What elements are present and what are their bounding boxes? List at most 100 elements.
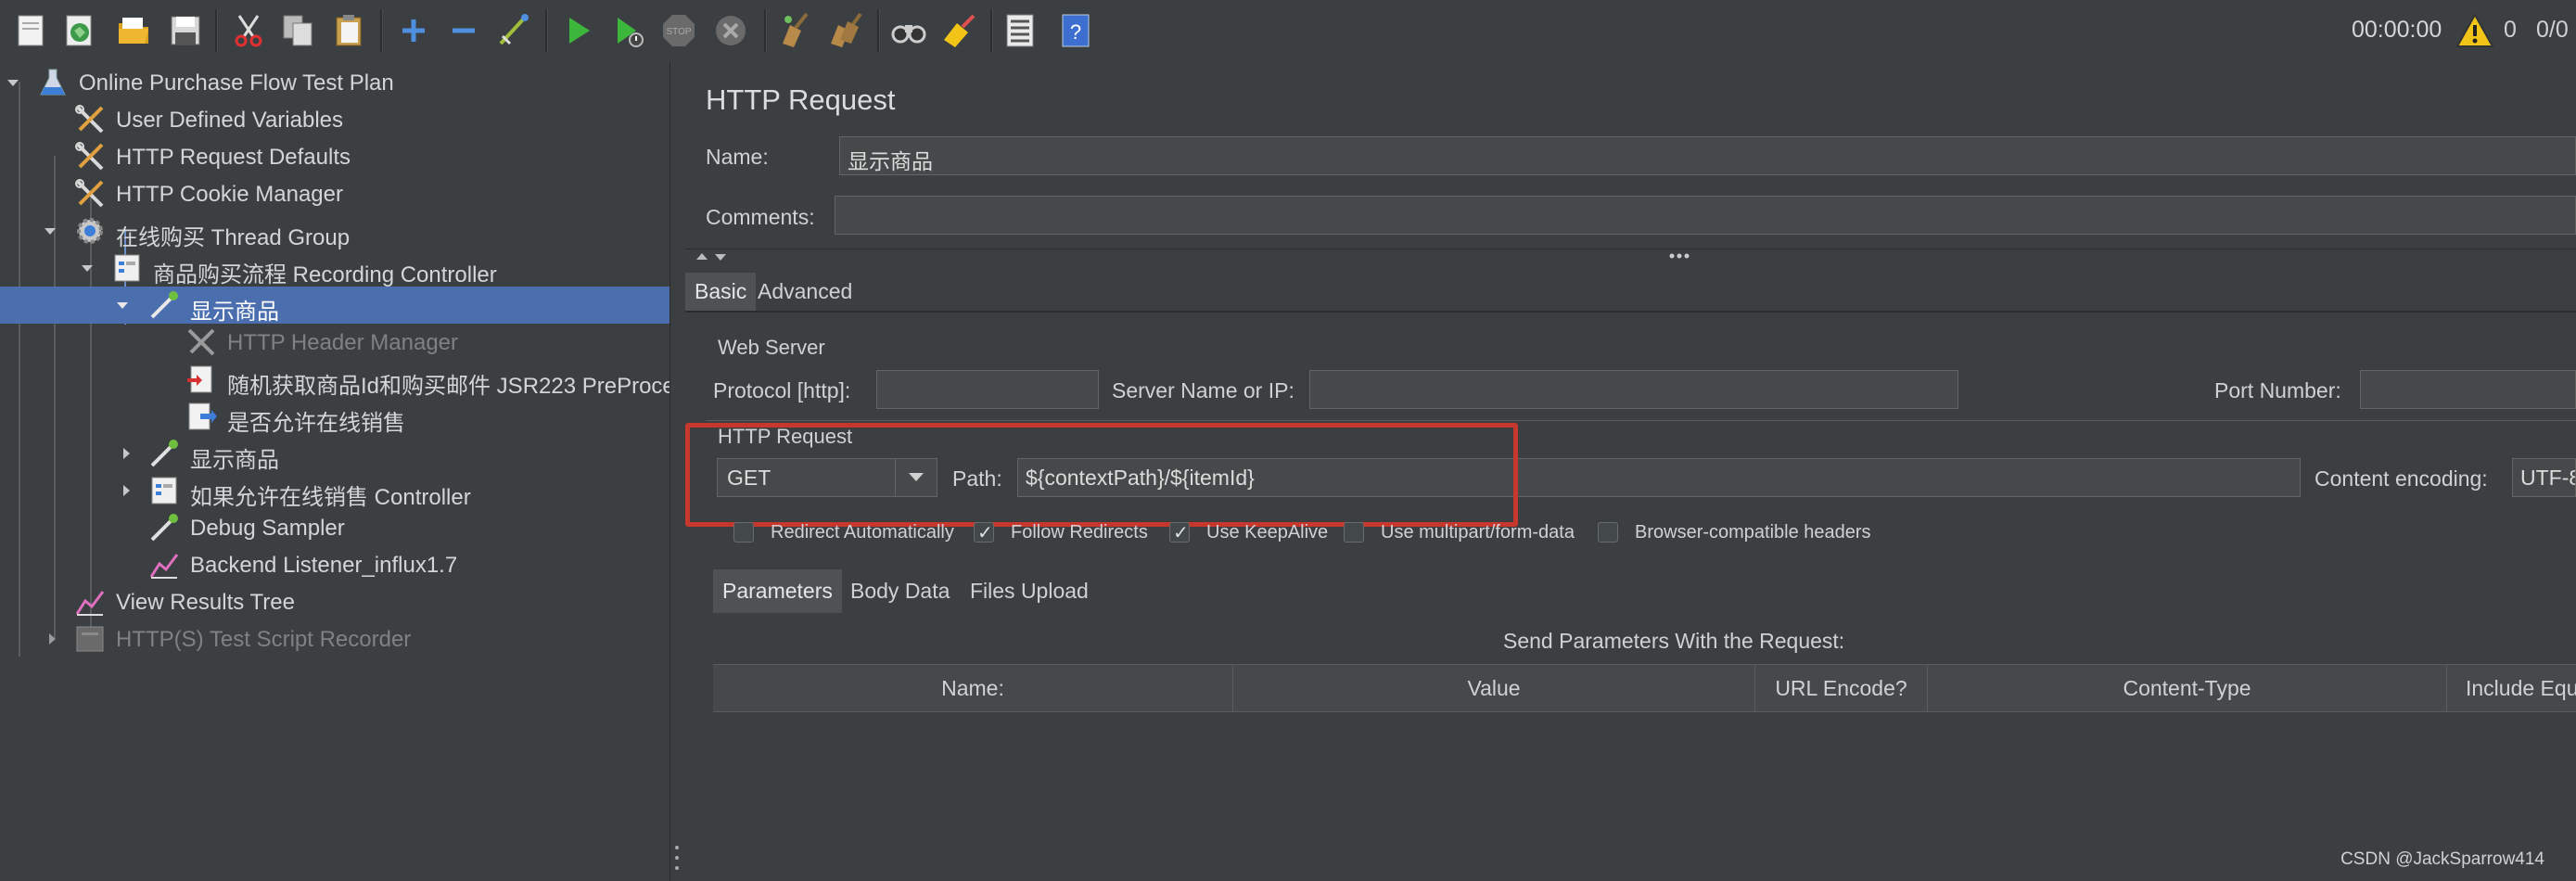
svg-text:STOP: STOP	[666, 27, 691, 37]
tree-item-test-plan[interactable]: Online Purchase Flow Test Plan	[0, 64, 670, 101]
tab-advanced[interactable]: Advanced	[748, 273, 861, 311]
follow-redirects-checkbox[interactable]: ✓	[974, 522, 994, 543]
watermark: CSDN @JackSparrow414	[2340, 849, 2544, 869]
tree-item-header-manager[interactable]: HTTP Header Manager	[0, 324, 670, 361]
tree-item-label: View Results Tree	[116, 590, 295, 615]
graph-icon	[149, 554, 179, 579]
search-icon[interactable]	[890, 12, 927, 49]
tree-item-user-defined-variables[interactable]: User Defined Variables	[0, 101, 670, 138]
redirect-automatically-checkbox[interactable]	[733, 522, 754, 543]
open-icon[interactable]	[115, 12, 152, 49]
tree-item-show-goods-selected[interactable]: 显示商品	[0, 287, 670, 325]
pipette-icon	[150, 291, 178, 319]
name-field[interactable]: 显示商品	[839, 136, 2576, 175]
column-header-url-encode[interactable]: URL Encode?	[1755, 665, 1928, 711]
encoding-field[interactable]: UTF-8	[2512, 458, 2576, 497]
paste-icon[interactable]	[330, 12, 367, 49]
tree-item-http-request-defaults[interactable]: HTTP Request Defaults	[0, 138, 670, 175]
use-keepalive-checkbox[interactable]: ✓	[1169, 522, 1190, 543]
help-icon[interactable]: ?	[1057, 12, 1094, 49]
collapse-icon[interactable]	[445, 12, 482, 49]
multipart-label: Use multipart/form-data	[1381, 522, 1575, 543]
new-icon[interactable]	[13, 12, 50, 49]
tree-item-view-results-tree[interactable]: View Results Tree	[0, 583, 670, 620]
tab-files-upload[interactable]: Files Upload	[961, 569, 1098, 613]
reset-search-icon[interactable]	[940, 12, 977, 49]
chevron-right-icon[interactable]	[45, 632, 59, 646]
tree-item-label: 是否允许在线销售	[227, 411, 405, 436]
column-header-name[interactable]: Name:	[713, 665, 1233, 711]
wrench-icon	[75, 105, 104, 134]
clear-all-icon[interactable]	[827, 12, 864, 49]
comments-label: Comments:	[706, 205, 815, 229]
wrench-icon	[75, 142, 104, 171]
expand-icon[interactable]	[395, 12, 432, 49]
warning-icon[interactable]	[2455, 13, 2494, 48]
chevron-right-icon[interactable]	[119, 446, 134, 461]
clear-icon[interactable]	[777, 12, 814, 49]
tree-item-recording-controller[interactable]: 商品购买流程 Recording Controller	[0, 249, 670, 287]
collapse-arrows-icon[interactable]	[695, 251, 732, 262]
encoding-label: Content encoding:	[2315, 466, 2488, 491]
warning-count: 0	[2504, 17, 2517, 43]
highlight-annotation-box	[685, 423, 1518, 527]
tree-item-label: HTTP Header Manager	[227, 330, 458, 355]
tab-body-data[interactable]: Body Data	[841, 569, 959, 613]
server-field[interactable]	[1309, 370, 1958, 409]
templates-icon[interactable]	[61, 12, 98, 49]
tree-item-label: HTTP(S) Test Script Recorder	[116, 627, 412, 652]
tab-parameters[interactable]: Parameters	[713, 569, 842, 613]
tree-item-label: Online Purchase Flow Test Plan	[79, 70, 394, 96]
chevron-down-icon[interactable]	[115, 298, 130, 313]
multipart-checkbox[interactable]	[1344, 522, 1364, 543]
tree-item-script-recorder[interactable]: HTTP(S) Test Script Recorder	[0, 620, 670, 658]
checkmark-icon: ✓	[1173, 523, 1189, 543]
panel-splitter[interactable]	[670, 61, 686, 881]
tree-item-assertion[interactable]: 是否允许在线销售	[0, 398, 670, 436]
wrench-icon	[75, 179, 104, 208]
more-icon[interactable]	[1668, 252, 1690, 260]
protocol-label: Protocol [http]:	[713, 378, 851, 402]
active-threads: 0/0	[2536, 17, 2569, 43]
drag-handle-icon[interactable]	[674, 844, 680, 872]
checkmark-icon: ✓	[977, 523, 993, 543]
comments-field[interactable]	[835, 196, 2576, 235]
port-field[interactable]	[2360, 370, 2576, 409]
cut-icon[interactable]	[230, 12, 267, 49]
chevron-down-icon[interactable]	[80, 261, 95, 275]
tree-item-debug-sampler[interactable]: Debug Sampler	[0, 509, 670, 546]
tree-item-label: 如果允许在线销售 Controller	[190, 485, 471, 510]
copy-icon[interactable]	[280, 12, 317, 49]
tab-basic[interactable]: Basic	[685, 273, 757, 311]
browser-compatible-checkbox[interactable]	[1598, 522, 1618, 543]
chevron-down-icon[interactable]	[6, 75, 20, 90]
toggle-icon[interactable]	[495, 12, 532, 49]
save-icon[interactable]	[167, 12, 204, 49]
tree-item-cookie-manager[interactable]: HTTP Cookie Manager	[0, 175, 670, 212]
protocol-field[interactable]	[876, 370, 1099, 409]
column-header-content-type[interactable]: Content-Type	[1928, 665, 2447, 711]
collapse-bar[interactable]	[685, 249, 2576, 264]
function-helper-icon[interactable]	[1001, 12, 1039, 49]
column-header-value[interactable]: Value	[1233, 665, 1755, 711]
browser-compatible-label: Browser-compatible headers	[1635, 522, 1871, 543]
page-title: HTTP Request	[706, 83, 896, 116]
start-icon[interactable]	[560, 12, 597, 49]
chevron-right-icon[interactable]	[119, 483, 134, 498]
shutdown-icon[interactable]	[712, 12, 749, 49]
tree-item-if-controller[interactable]: 如果允许在线销售 Controller	[0, 472, 670, 510]
params-title: Send Parameters With the Request:	[1503, 629, 1845, 653]
tree-item-backend-listener[interactable]: Backend Listener_influx1.7	[0, 546, 670, 583]
tree-item-label: 显示商品	[190, 300, 279, 325]
tree-item-label: 商品购买流程 Recording Controller	[153, 262, 497, 287]
pipette-icon	[150, 440, 178, 467]
stop-icon[interactable]: STOP	[660, 12, 697, 49]
column-header-include-equals[interactable]: Include Equals?	[2447, 665, 2576, 711]
start-no-pause-icon[interactable]	[610, 12, 647, 49]
flask-icon	[40, 69, 66, 96]
tree-item-show-goods[interactable]: 显示商品	[0, 435, 670, 473]
graph-icon	[75, 591, 105, 616]
tree-item-thread-group[interactable]: 在线购买 Thread Group	[0, 212, 670, 250]
tree-item-jsr223-preprocessor[interactable]: 随机获取商品Id和购买邮件 JSR223 PreProcessor	[0, 361, 717, 399]
chevron-down-icon[interactable]	[43, 223, 57, 238]
